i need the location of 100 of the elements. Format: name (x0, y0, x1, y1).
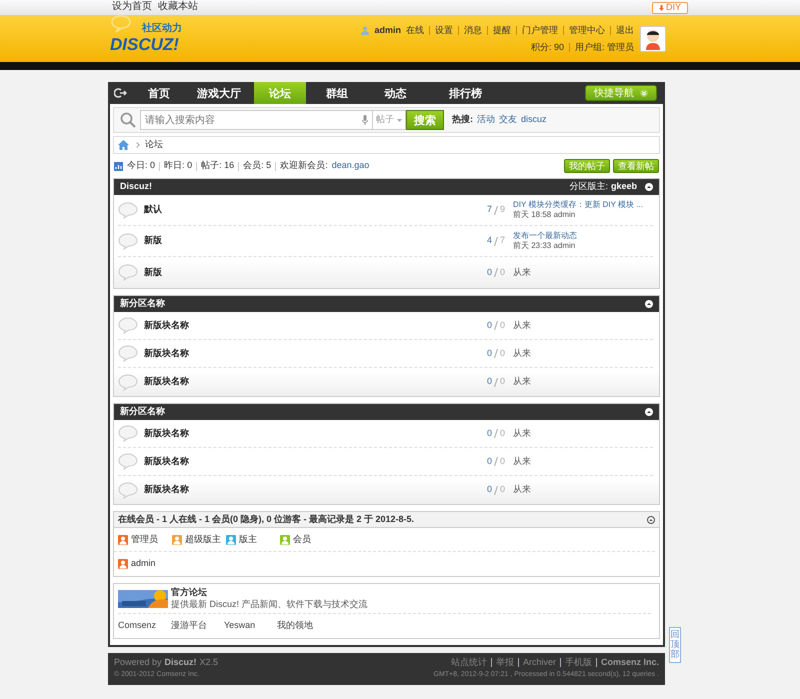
no-posts-text: 从来 (513, 266, 531, 278)
friend-link[interactable]: Comsenz (118, 620, 171, 632)
forum-name-link[interactable]: 新版块名称 (144, 456, 189, 468)
topic-count: 0 (486, 320, 492, 332)
moderator-link[interactable]: gkeeb (610, 181, 637, 193)
avatar[interactable] (640, 26, 666, 52)
slash-separator (494, 236, 498, 246)
hot-search-link[interactable]: discuz (521, 114, 547, 126)
username-link[interactable]: admin (374, 25, 401, 36)
featured-link-description: 提供最新 Discuz! 产品新闻、软件下载与技术交流 (171, 599, 368, 610)
speech-bubble-icon (118, 482, 138, 498)
slash-separator (494, 268, 498, 277)
user-menu-link[interactable]: 管理中心 (569, 25, 605, 36)
speech-bubble-icon (118, 453, 138, 470)
stat-text: 昨日: 0 (164, 160, 192, 172)
last-post-link[interactable]: DIY 模块分类缓存：更新 DIY 模块 ... (513, 200, 643, 210)
user-menu-link[interactable]: 退出 (616, 25, 634, 36)
footer-link[interactable]: 举报 (496, 657, 514, 668)
online-user-link[interactable]: admin (131, 558, 156, 570)
online-status: 在线 (406, 25, 424, 36)
forum-name-link[interactable]: 默认 (144, 204, 162, 216)
back-to-top-link[interactable]: 回顶部 (669, 627, 681, 663)
top-link[interactable]: 收藏本站 (158, 1, 198, 14)
legend-label: 超级版主 (185, 534, 221, 546)
forum-name-link[interactable]: 新版块名称 (144, 320, 189, 332)
nav-tab[interactable]: 动态 (368, 82, 423, 104)
user-menu-link[interactable]: 设置 (435, 25, 453, 36)
collapse-icon[interactable] (645, 408, 653, 416)
top-link[interactable]: 设为首页 (112, 1, 152, 14)
chart-icon (114, 162, 123, 170)
search-icon (120, 112, 136, 128)
post-count: 0 (500, 320, 505, 332)
home-icon[interactable] (118, 140, 129, 150)
user-menu-link[interactable]: 门户管理 (522, 25, 558, 36)
forum-name-link[interactable]: 新版块名称 (144, 428, 189, 440)
nav-tab[interactable]: 游戏大厅 (184, 82, 254, 104)
arrow-down-icon (658, 4, 664, 10)
product-link[interactable]: Discuz! (164, 657, 197, 668)
user-group: 用户组: 管理员 (574, 42, 634, 53)
slash-separator (494, 457, 498, 466)
logo-wordmark: DISCUZ! (110, 36, 180, 55)
collapse-icon[interactable] (647, 516, 655, 524)
speech-bubble-icon (118, 264, 138, 281)
company-link[interactable]: Comsenz Inc. (600, 657, 659, 668)
user-menu-link[interactable]: 消息 (464, 25, 482, 36)
nav-tab[interactable]: 排行榜 (423, 82, 508, 104)
speech-bubble-icon (118, 317, 138, 334)
post-count: 0 (500, 456, 505, 468)
collapse-icon[interactable] (645, 300, 653, 308)
friend-link[interactable]: 漫游平台 (171, 620, 224, 632)
legend-label: 管理员 (131, 534, 158, 546)
section-title: 新分区名称 (120, 298, 165, 310)
forum-name-link[interactable]: 新版 (144, 235, 162, 247)
post-count: 7 (500, 235, 505, 247)
avatar-figure (643, 28, 663, 50)
forum-name-link[interactable]: 新版 (144, 266, 162, 278)
footer-link[interactable]: Archiver (522, 657, 556, 668)
topic-count: 4 (486, 235, 492, 247)
friend-link[interactable]: 我的领地 (277, 620, 330, 632)
forum-name-link[interactable]: 新版块名称 (144, 348, 189, 360)
speech-bubble-icon (118, 202, 138, 218)
forum-name-link[interactable]: 新版块名称 (144, 484, 189, 496)
last-post-link[interactable]: 发布一个最新动态 (513, 231, 577, 241)
no-posts-text: 从来 (513, 320, 531, 332)
section-title: Discuz! (120, 181, 152, 193)
featured-link-title[interactable]: 官方论坛 (171, 586, 207, 598)
no-posts-text: 从来 (513, 456, 531, 468)
topic-count: 0 (486, 348, 492, 360)
welcome-text: 欢迎新会员: (280, 160, 328, 172)
topic-count: 0 (486, 456, 492, 468)
footer-link[interactable]: 手机版 (564, 657, 592, 668)
footer-link[interactable]: 站点统计 (450, 657, 487, 668)
breadcrumb-link[interactable]: 论坛 (145, 139, 163, 151)
nav-tab[interactable]: 群组 (306, 82, 368, 104)
post-count: 0 (500, 348, 505, 360)
legend-label: 会员 (293, 534, 311, 546)
post-count: 0 (500, 266, 505, 278)
nav-tab[interactable]: 首页 (134, 82, 184, 104)
hot-search-link[interactable]: 活动 (477, 114, 495, 126)
user-menu-link[interactable]: 提醒 (493, 25, 511, 36)
topic-count: 0 (486, 376, 492, 388)
speech-bubble-icon (118, 232, 138, 250)
slash-separator (494, 486, 498, 494)
post-count: 9 (500, 204, 505, 216)
topic-count: 7 (486, 204, 492, 216)
forum-name-link[interactable]: 新版块名称 (144, 376, 189, 388)
no-posts-text: 从来 (513, 376, 531, 388)
caret-icon (397, 118, 402, 122)
logo-tagline: 社区动力 (142, 23, 182, 36)
new-member-link[interactable]: dean.gao (332, 160, 370, 172)
hot-search-link[interactable]: 交友 (499, 114, 517, 126)
credits-link[interactable]: 积分: 90 (530, 42, 564, 53)
last-post-time: 前天 23:33 admin (513, 241, 576, 251)
logout-icon[interactable] (114, 88, 128, 98)
collapse-icon[interactable] (645, 183, 653, 191)
moderator-label: 分区版主: (569, 181, 608, 193)
friend-link[interactable]: Yeswan (224, 620, 277, 632)
section-title: 新分区名称 (120, 406, 165, 418)
search-field[interactable]: 请输入搜索内容 (140, 110, 372, 130)
topic-count: 0 (486, 484, 492, 496)
